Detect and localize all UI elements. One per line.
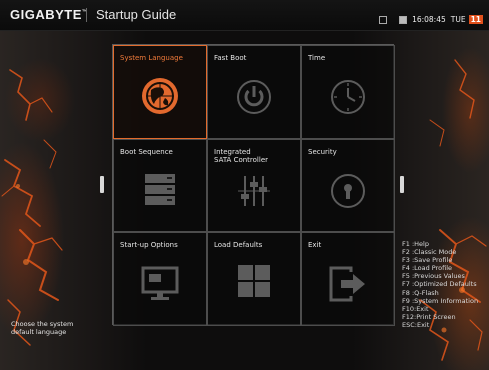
clock-icon <box>331 80 365 114</box>
exit-icon <box>329 266 365 302</box>
tile-label: Time <box>308 54 326 62</box>
tile-label: Integrated SATA Controller <box>214 147 268 165</box>
tile-label: System Language <box>120 54 183 62</box>
sliders-icon <box>238 175 270 206</box>
hotkey-item: F4 :Load Profile <box>402 264 453 273</box>
tile-load-defaults[interactable]: Load Defaults <box>207 232 301 326</box>
monitor-icon <box>141 266 179 301</box>
hotkey-legend: F1 :Help F2 :Classic Mode F3 :Save Profi… <box>402 240 488 329</box>
windows-icon <box>238 265 270 298</box>
tile-label: Load Defaults <box>214 241 263 250</box>
tile-fast-boot[interactable]: Fast Boot <box>207 45 301 139</box>
item-description: Choose the system default language <box>11 320 74 336</box>
hotkey-item: F1 :Help <box>402 240 429 248</box>
title-divider <box>86 8 87 22</box>
tile-system-language[interactable]: System Language <box>113 45 207 139</box>
right-scroll-handle[interactable] <box>400 176 404 193</box>
keyboard-icon[interactable] <box>399 15 408 24</box>
status-area: 16:08:45 TUE 11 <box>379 15 483 24</box>
screen-icon[interactable] <box>379 15 388 24</box>
gigabyte-logo: GIGABYTE™ <box>10 7 88 22</box>
hotkey-item: F3 :Save Profile <box>402 256 453 265</box>
clock-time: 16:08:45 <box>412 15 446 24</box>
tile-exit[interactable]: Exit <box>301 232 395 326</box>
hotkey-item: F5 :Previous Values <box>402 272 465 281</box>
tile-boot-sequence[interactable]: Boot Sequence <box>113 138 207 233</box>
page-title: Startup Guide <box>96 7 177 22</box>
tile-time[interactable]: Time <box>301 45 395 139</box>
hotkey-item: F7 :Optimized Defaults <box>402 280 477 289</box>
hotkey-item: F12:Print Screen <box>402 312 456 321</box>
tile-label: Security <box>308 147 337 156</box>
top-bar: GIGABYTE™ Startup Guide 16:08:45 TUE 11 <box>0 0 489 31</box>
hotkey-item: F2 :Classic Mode <box>402 248 457 257</box>
globe-icon <box>142 78 178 114</box>
tile-sata-controller[interactable]: Integrated SATA Controller <box>207 138 301 233</box>
tile-label: Exit <box>308 241 322 250</box>
server-icon <box>145 173 175 205</box>
hotkey-item: ESC:Exit <box>402 320 430 329</box>
clock-date: 11 <box>468 15 483 24</box>
tile-label: Start-up Options <box>120 241 178 250</box>
hotkey-item: F10:Exit <box>402 304 429 313</box>
tile-startup-options[interactable]: Start-up Options <box>113 232 207 326</box>
clock-day: TUE <box>450 15 466 24</box>
power-icon <box>237 80 271 114</box>
startup-guide-grid: System Language Fast Boot Time Boot Sequ… <box>112 44 395 326</box>
lock-icon <box>331 173 365 208</box>
tile-label: Boot Sequence <box>120 147 173 156</box>
tile-security[interactable]: Security <box>301 138 395 233</box>
hotkey-item: F9 :System Information <box>402 296 479 305</box>
tile-label: Fast Boot <box>214 54 247 62</box>
left-scroll-handle[interactable] <box>100 176 104 193</box>
hotkey-item: F8 :Q-Flash <box>402 288 439 297</box>
